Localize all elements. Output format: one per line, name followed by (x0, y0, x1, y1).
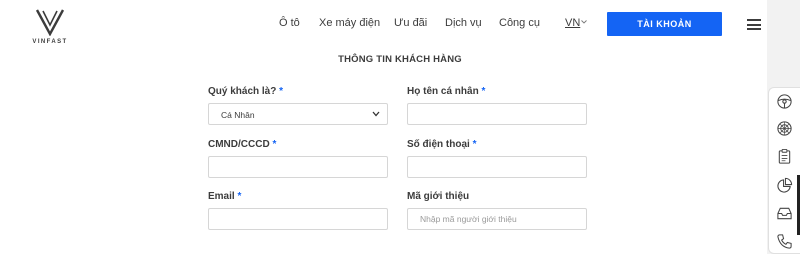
id-number-label: CMND/CCCD * (208, 139, 277, 150)
nav-item-cong-cu[interactable]: Công cụ (499, 17, 540, 29)
wheel-icon[interactable] (776, 120, 793, 137)
phone-label: Số điện thoại * (407, 139, 477, 150)
chevron-down-icon (581, 20, 587, 24)
menu-icon[interactable] (747, 19, 761, 30)
full-name-input[interactable] (408, 104, 586, 124)
side-tools-panel (768, 87, 800, 254)
site-header: VINFAST Ô tô Xe máy điện Ưu đãi Dịch vụ … (0, 0, 767, 50)
language-selector[interactable]: VN (565, 17, 580, 29)
id-number-field[interactable] (208, 156, 388, 178)
email-input[interactable] (209, 209, 387, 229)
customer-type-select[interactable]: Cá Nhân (208, 103, 388, 125)
referral-input[interactable] (408, 209, 586, 229)
full-name-field[interactable] (407, 103, 587, 125)
full-name-label: Họ tên cá nhân * (407, 86, 486, 97)
clipboard-icon[interactable] (776, 148, 793, 165)
customer-type-label: Quý khách là? * (208, 86, 284, 97)
logo-text: VINFAST (32, 39, 68, 45)
nav-item-uu-dai[interactable]: Ưu đãi (394, 17, 427, 29)
form-title: THÔNG TIN KHÁCH HÀNG (338, 54, 462, 65)
inbox-icon[interactable] (776, 205, 793, 222)
steering-wheel-icon[interactable] (776, 93, 793, 110)
chevron-down-icon (372, 111, 380, 117)
nav-item-oto[interactable]: Ô tô (279, 17, 300, 29)
customer-type-value: Cá Nhân (221, 110, 255, 120)
email-field[interactable] (208, 208, 388, 230)
referral-label: Mã giới thiệu (407, 191, 470, 202)
vinfast-v-icon (35, 9, 65, 36)
nav-item-xe-may-dien[interactable]: Xe máy điện (319, 17, 380, 29)
email-label: Email * (208, 191, 242, 202)
vinfast-logo[interactable]: VINFAST (30, 8, 70, 46)
phone-field[interactable] (407, 156, 587, 178)
id-number-input[interactable] (209, 157, 387, 177)
nav-item-dich-vu[interactable]: Dịch vụ (445, 17, 482, 29)
phone-icon[interactable] (776, 233, 793, 250)
account-button[interactable]: TÀI KHOẢN (607, 12, 722, 36)
pie-chart-icon[interactable] (776, 177, 793, 194)
phone-input[interactable] (408, 157, 586, 177)
referral-field[interactable] (407, 208, 587, 230)
